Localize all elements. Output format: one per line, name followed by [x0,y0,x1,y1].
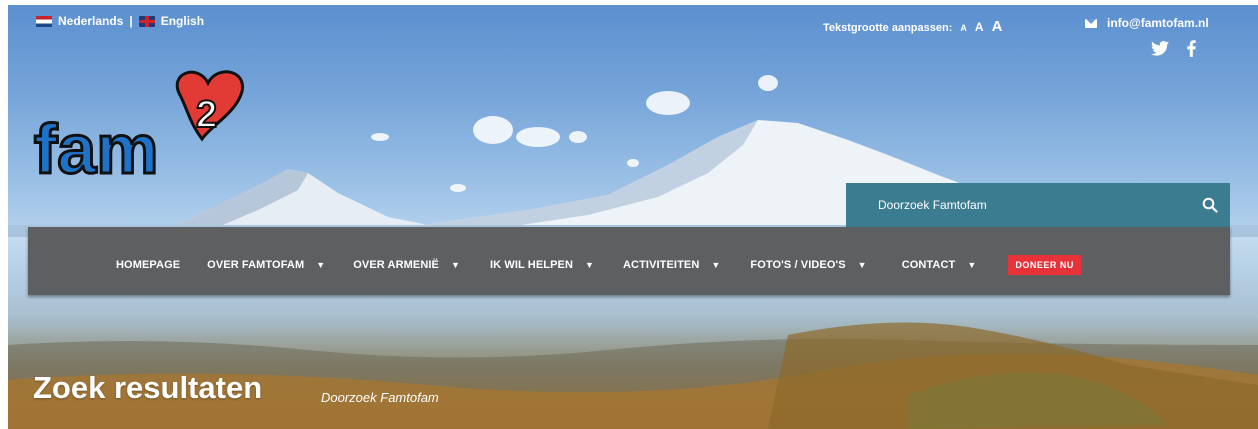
nav-label: OVER ARMENIË [353,259,439,271]
main-navigation: HOMEPAGE OVER FAMTOFAM ▼ OVER ARMENIË ▼ … [28,227,1230,295]
search-bar [846,183,1230,227]
nav-item-ik-wil-helpen[interactable]: IK WIL HELPEN ▼ [490,259,594,271]
text-size-controls: Tekstgrootte aanpassen: A A A [823,18,1002,35]
chevron-down-icon: ▼ [967,260,977,270]
chevron-down-icon: ▼ [316,260,326,270]
text-size-medium-button[interactable]: A [975,20,984,34]
nav-label: FOTO'S / VIDEO'S [750,259,846,271]
lang-separator: | [129,14,133,28]
logo-text: fam [34,110,158,185]
search-icon[interactable] [1202,197,1218,213]
nav-label: HOMEPAGE [116,259,181,271]
dutch-flag-icon[interactable] [36,15,52,27]
nav-label: IK WIL HELPEN [490,259,573,271]
donate-button[interactable]: DONEER NU [1008,255,1081,275]
chevron-down-icon: ▼ [711,260,721,270]
language-switcher: Nederlands | English [36,14,204,28]
uk-flag-icon[interactable] [138,15,155,27]
nav-label: ACTIVITEITEN [623,259,700,271]
text-size-large-button[interactable]: A [992,18,1003,35]
nav-item-over-famtofam[interactable]: OVER FAMTOFAM ▼ [207,259,325,271]
page-title: Zoek resultaten [33,370,263,405]
logo-superscript: 2 [196,94,217,136]
text-size-label: Tekstgrootte aanpassen: [823,22,953,34]
nav-item-homepage[interactable]: HOMEPAGE [116,259,180,271]
social-links [1151,40,1196,57]
nav-items: HOMEPAGE OVER FAMTOFAM ▼ OVER ARMENIË ▼ … [116,255,1081,275]
twitter-icon[interactable] [1151,41,1169,56]
nav-item-over-armenie[interactable]: OVER ARMENIË ▼ [353,259,460,271]
nav-item-fotos-videos[interactable]: FOTO'S / VIDEO'S ▼ [750,259,866,271]
header-banner: Nederlands | English Tekstgrootte aanpas… [8,5,1258,429]
chevron-down-icon: ▼ [857,260,867,270]
email-address[interactable]: info@famtofam.nl [1107,16,1209,30]
famtofam-logo[interactable]: 2 fam [30,65,260,185]
page-subtitle: Doorzoek Famtofam [321,390,439,405]
lang-dutch-link[interactable]: Nederlands [58,14,123,28]
facebook-icon[interactable] [1187,40,1196,57]
email-contact[interactable]: info@famtofam.nl [1085,16,1209,30]
nav-item-contact[interactable]: CONTACT ▼ [902,259,977,271]
lang-english-link[interactable]: English [161,14,204,28]
nav-item-activiteiten[interactable]: ACTIVITEITEN ▼ [623,259,720,271]
nav-label: OVER FAMTOFAM [207,259,305,271]
chevron-down-icon: ▼ [450,260,460,270]
chevron-down-icon: ▼ [585,260,595,270]
nav-label: CONTACT [901,259,956,271]
envelope-icon [1085,18,1097,28]
search-input[interactable] [878,198,1202,212]
text-size-small-button[interactable]: A [960,23,967,33]
